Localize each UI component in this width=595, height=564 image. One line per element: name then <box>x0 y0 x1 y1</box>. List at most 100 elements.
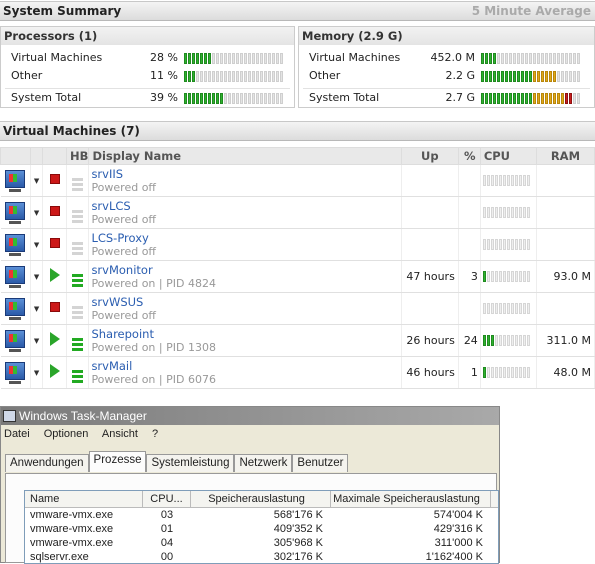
vm-name-link[interactable]: srvMonitor <box>91 263 400 277</box>
heartbeat-icon <box>66 228 90 261</box>
system-summary-title: System Summary <box>3 4 122 18</box>
process-row[interactable]: vmware-vmx.exe 04 305'968 K 311'000 K <box>25 536 498 550</box>
vm-row[interactable]: ▼ srvMail Powered on | PID 6076 46 hours… <box>0 356 595 389</box>
col-pct[interactable]: % <box>457 147 481 165</box>
vm-name-cell: srvWSUS Powered off <box>88 292 402 325</box>
vm-status: Powered off <box>91 180 157 194</box>
col-max-mem[interactable]: Maximale Speicherauslastung <box>331 491 491 507</box>
vm-cpu-meter-cell <box>480 324 537 357</box>
vm-icon[interactable] <box>5 234 26 256</box>
vm-row[interactable]: ▼ srvMonitor Powered on | PID 4824 47 ho… <box>0 260 595 293</box>
menu-optionen[interactable]: Optionen <box>44 428 89 440</box>
vm-icon-cell[interactable] <box>0 164 32 197</box>
vm-status: Powered on | PID 6076 <box>91 372 216 386</box>
menu-help[interactable]: ? <box>152 428 158 440</box>
vm-cpu-meter <box>482 239 536 250</box>
tab-benutzer[interactable]: Benutzer <box>292 454 349 472</box>
vm-icon-cell[interactable] <box>0 356 32 389</box>
vm-name-cell: srvIIS Powered off <box>88 164 402 197</box>
vm-name-link[interactable]: srvWSUS <box>91 295 400 309</box>
col-menu <box>30 147 44 165</box>
task-manager-titlebar[interactable]: Windows Task-Manager <box>1 407 499 425</box>
vm-name-link[interactable]: srvMail <box>91 359 400 373</box>
tab-prozesse[interactable]: Prozesse <box>88 451 147 472</box>
vm-name-link[interactable]: Sharepoint <box>91 327 400 341</box>
vm-menu-arrow[interactable]: ▼ <box>30 260 44 293</box>
vm-name-cell: srvMail Powered on | PID 6076 <box>88 356 402 389</box>
proc-row-label: System Total <box>11 91 82 104</box>
memory-panel: Memory (2.9 G) Virtual Machines 452.0 M … <box>298 26 595 108</box>
play-icon[interactable] <box>42 356 68 389</box>
vm-name-link[interactable]: srvIIS <box>91 167 400 181</box>
process-row[interactable]: vmware-vmx.exe 03 568'176 K 574'004 K <box>25 508 498 522</box>
vm-uptime <box>401 164 459 197</box>
task-manager-icon <box>3 410 16 422</box>
vm-menu-arrow[interactable]: ▼ <box>30 356 44 389</box>
system-summary-header: System Summary 5 Minute Average <box>0 1 595 21</box>
vm-row[interactable]: ▼ LCS-Proxy Powered off <box>0 228 595 261</box>
col-up[interactable]: Up <box>400 147 459 165</box>
stop-icon[interactable] <box>42 196 68 229</box>
vm-cpu-meter <box>482 175 536 186</box>
vm-menu-arrow[interactable]: ▼ <box>30 196 44 229</box>
tab-netzwerk[interactable]: Netzwerk <box>234 454 293 472</box>
vm-menu-arrow[interactable]: ▼ <box>30 292 44 325</box>
tab-anwendungen[interactable]: Anwendungen <box>5 454 89 472</box>
vm-name-link[interactable]: LCS-Proxy <box>91 231 400 245</box>
mem-row-label: Other <box>309 69 341 82</box>
vm-icon[interactable] <box>5 266 26 288</box>
vm-icon-cell[interactable] <box>0 228 32 261</box>
col-mem[interactable]: Speicherauslastung <box>191 491 331 507</box>
vm-row[interactable]: ▼ Sharepoint Powered on | PID 1308 26 ho… <box>0 324 595 357</box>
col-cpu[interactable]: CPU <box>479 147 537 165</box>
vm-icon-cell[interactable] <box>0 260 32 293</box>
play-icon[interactable] <box>42 260 68 293</box>
vm-row[interactable]: ▼ srvLCS Powered off <box>0 196 595 229</box>
menu-bar: Datei Optionen Ansicht ? <box>1 425 499 443</box>
vm-ram: 93.0 M <box>536 260 595 293</box>
col-hb[interactable]: HB <box>66 147 90 165</box>
process-cpu: 01 <box>160 523 174 535</box>
menu-ansicht[interactable]: Ansicht <box>102 428 138 440</box>
vm-menu-arrow[interactable]: ▼ <box>30 228 44 261</box>
vm-icon[interactable] <box>5 202 26 224</box>
vm-row[interactable]: ▼ srvWSUS Powered off <box>0 292 595 325</box>
vm-icon[interactable] <box>5 330 26 352</box>
vm-row[interactable]: ▼ srvIIS Powered off <box>0 164 595 197</box>
play-icon[interactable] <box>42 324 68 357</box>
col-name[interactable]: Name <box>25 491 143 507</box>
menu-datei[interactable]: Datei <box>4 428 30 440</box>
process-list[interactable]: Name CPU... Speicherauslastung Maximale … <box>24 490 499 564</box>
vm-cpu-pct: 3 <box>458 260 481 293</box>
process-name: sqlservr.exe <box>30 551 89 563</box>
vm-status: Powered off <box>91 244 157 258</box>
vm-name-link[interactable]: srvLCS <box>91 199 400 213</box>
vm-icon-cell[interactable] <box>0 292 32 325</box>
mem-row-total: System Total 2.7 G <box>299 89 594 107</box>
vm-icon[interactable] <box>5 362 26 384</box>
mem-row-vm: Virtual Machines 452.0 M <box>299 49 594 67</box>
stop-icon[interactable] <box>42 228 68 261</box>
process-name: vmware-vmx.exe <box>30 537 114 549</box>
vm-icon-cell[interactable] <box>0 196 32 229</box>
heartbeat-icon <box>66 164 90 197</box>
vm-uptime: 47 hours <box>401 260 459 293</box>
stop-icon[interactable] <box>42 292 68 325</box>
process-row[interactable]: sqlservr.exe 00 302'176 K 1'162'400 K <box>25 550 498 564</box>
vm-cpu-meter-cell <box>480 228 537 261</box>
proc-row-other: Other 11 % <box>1 67 294 85</box>
heartbeat-icon <box>66 292 90 325</box>
col-cpu[interactable]: CPU... <box>143 491 191 507</box>
vm-icon-cell[interactable] <box>0 324 32 357</box>
tab-systemleistung[interactable]: Systemleistung <box>146 454 235 472</box>
col-ram[interactable]: RAM <box>535 147 595 165</box>
col-display-name[interactable]: Display Name <box>88 147 402 165</box>
vm-menu-arrow[interactable]: ▼ <box>30 324 44 357</box>
vm-menu-arrow[interactable]: ▼ <box>30 164 44 197</box>
vm-icon[interactable] <box>5 298 26 320</box>
vm-icon[interactable] <box>5 170 26 192</box>
stop-icon[interactable] <box>42 164 68 197</box>
memory-heading: Memory (2.9 G) <box>299 27 594 45</box>
process-row[interactable]: vmware-vmx.exe 01 409'352 K 429'316 K <box>25 522 498 536</box>
vm-uptime: 46 hours <box>401 356 459 389</box>
